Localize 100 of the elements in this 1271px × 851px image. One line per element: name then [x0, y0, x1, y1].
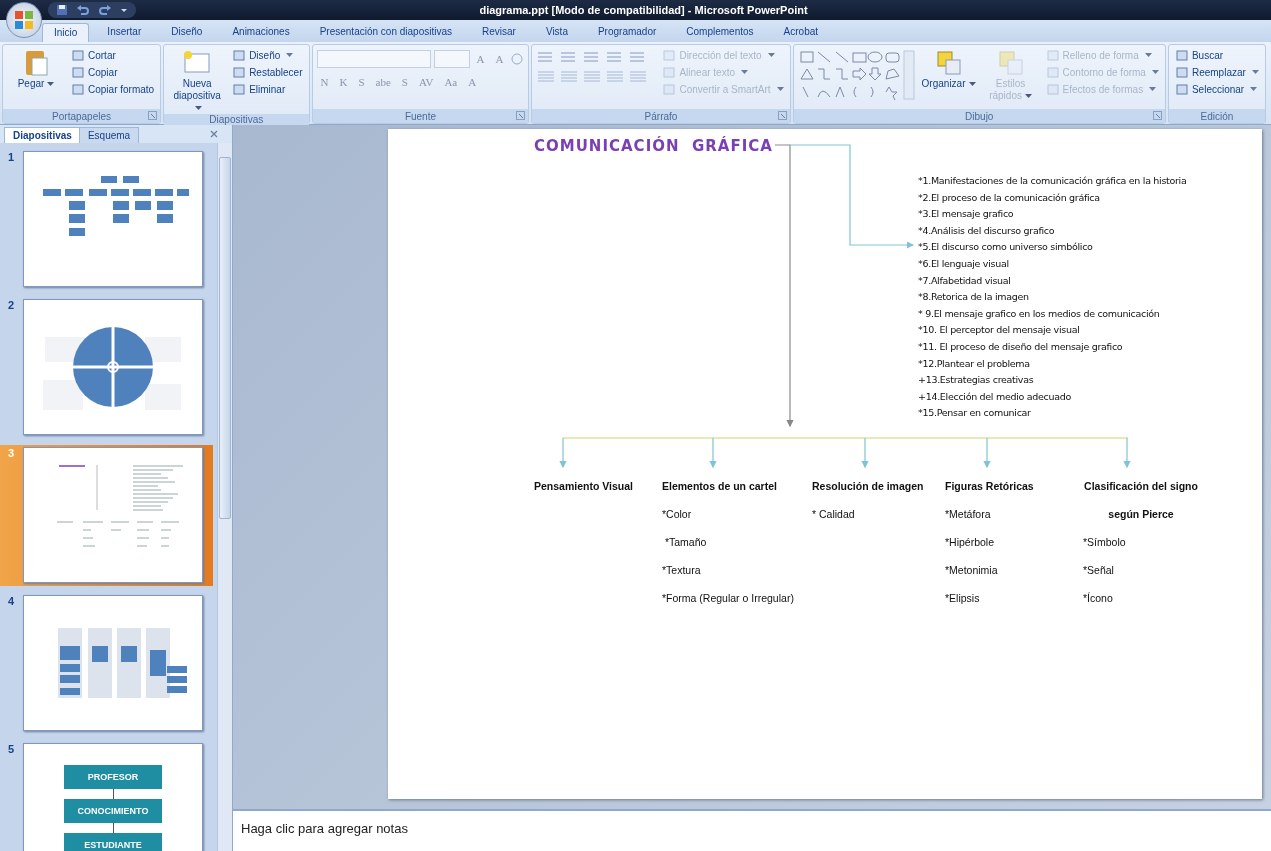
command-icon: [1045, 49, 1060, 62]
slide-thumbnail[interactable]: [23, 299, 203, 435]
slide-number: 5: [8, 743, 16, 757]
slide-thumbnail-row[interactable]: 5 PROFESOR CONOCIMIENTO ESTUDIANTE: [0, 741, 213, 851]
caret-icon: [47, 81, 55, 87]
dialog-launcher-icon[interactable]: [148, 111, 158, 120]
ribbon-command[interactable]: Restablecer: [230, 65, 305, 80]
command-icon: [71, 83, 85, 96]
command-icon: [662, 83, 677, 96]
topic-item: +14.Elección del medio adecuado: [918, 389, 1072, 404]
command-icon: [662, 49, 677, 62]
slide-number: 3: [8, 447, 16, 461]
topic-item: *4.Análisis del discurso grafico: [918, 223, 1056, 238]
slide-title: COMUNICACIÓN GRÁFICA: [534, 137, 773, 155]
slide-thumbnail-row[interactable]: 2: [0, 297, 213, 438]
caret-icon: [1251, 70, 1259, 75]
caret-icon: [1144, 53, 1152, 58]
close-icon[interactable]: [210, 130, 218, 138]
command-icon: [1174, 83, 1189, 96]
panel-tab[interactable]: Diapositivas: [4, 127, 81, 143]
ribbon-large-button[interactable]: Organizar: [919, 48, 978, 90]
column-item: *Símbolo: [1082, 536, 1126, 550]
ribbon-command[interactable]: Buscar: [1172, 48, 1261, 63]
column-item: *Metáfora: [945, 508, 992, 522]
slide-thumbnail-row[interactable]: 1: [0, 149, 213, 290]
command-icon: [1174, 66, 1189, 79]
flow-box: PROFESOR: [64, 765, 162, 789]
caret-icon: [741, 70, 748, 75]
font-name-field[interactable]: [316, 50, 431, 68]
ribbon-large-button[interactable]: Pegar: [7, 48, 65, 90]
ribbon-command[interactable]: Eliminar: [230, 82, 305, 97]
column-item: *Tamaño: [663, 536, 708, 550]
group-label: Edición: [1200, 110, 1234, 122]
column-heading: Resolución de imagen: [812, 480, 925, 494]
ribbon-tab[interactable]: Inicio: [42, 23, 90, 42]
scrollbar[interactable]: [217, 143, 232, 851]
ribbon-command[interactable]: Reemplazar: [1172, 65, 1261, 80]
clear-format-icon[interactable]: [510, 52, 525, 66]
ribbon-tab[interactable]: Insertar: [95, 22, 154, 42]
dialog-launcher-icon[interactable]: [1152, 111, 1162, 120]
align-icon[interactable]: [536, 70, 557, 84]
dialog-launcher-icon[interactable]: [777, 111, 787, 120]
ribbon-tab[interactable]: Programador: [585, 22, 669, 42]
slide-thumbnail[interactable]: [23, 595, 203, 731]
undo-icon[interactable]: [76, 4, 90, 16]
topic-item: +13.Estrategias creativas: [918, 373, 1035, 388]
ribbon-command[interactable]: Copiar formato: [69, 82, 157, 97]
ribbon-tab[interactable]: Presentación con diapositivas: [307, 22, 464, 42]
slide-number: 2: [8, 299, 16, 313]
customize-caret-icon[interactable]: [120, 6, 128, 14]
ribbon-tab[interactable]: Animaciones: [220, 22, 302, 42]
caret-icon: [776, 87, 784, 92]
font-size-field[interactable]: [433, 50, 470, 68]
slide-thumbnail[interactable]: [23, 447, 203, 583]
column-item: *Textura: [662, 564, 702, 578]
slide-thumbnail[interactable]: [23, 151, 203, 287]
ribbon-tab[interactable]: Complementos: [674, 22, 766, 42]
notes-field[interactable]: Haga clic para agregar notas: [233, 809, 1271, 851]
column-item: *Señal: [1082, 564, 1114, 578]
ribbon-tab[interactable]: Diseño: [159, 22, 215, 42]
command-icon: [232, 49, 247, 62]
redo-icon[interactable]: [98, 4, 112, 16]
caret-icon: [286, 53, 294, 58]
column-heading: según Pierce: [1108, 508, 1174, 522]
ribbon-command[interactable]: Copiar: [69, 65, 157, 80]
command-icon: [71, 66, 85, 79]
ribbon-tab[interactable]: Revisar: [470, 22, 528, 42]
slide-thumbnail-row[interactable]: 4: [0, 593, 213, 734]
caret-icon: [1151, 70, 1159, 75]
column-item: * Calidad: [812, 508, 856, 522]
command-icon: [1045, 66, 1060, 79]
align-icon[interactable]: [582, 70, 603, 84]
save-icon[interactable]: [56, 4, 68, 16]
dialog-launcher-icon[interactable]: [516, 111, 526, 120]
flow-box: ESTUDIANTE: [64, 833, 162, 851]
ribbon-tab[interactable]: Vista: [533, 22, 580, 42]
caret-icon: [968, 81, 976, 87]
panel-tab[interactable]: Esquema: [78, 127, 140, 143]
ribbon-command[interactable]: Seleccionar: [1172, 82, 1261, 97]
topic-item: *5.El discurso como universo simbólico: [918, 240, 1094, 255]
group-label: Párrafo: [644, 110, 678, 122]
shapes-gallery[interactable]: [797, 49, 916, 101]
ribbon-command[interactable]: Cortar: [69, 48, 157, 63]
align-icon[interactable]: [628, 70, 649, 84]
office-button[interactable]: [6, 2, 42, 38]
column-heading: Elementos de un cartel: [662, 480, 778, 494]
align-icon[interactable]: [559, 70, 580, 84]
align-icon[interactable]: [605, 70, 626, 84]
command-icon: [232, 83, 247, 96]
ribbon-tab[interactable]: Acrobat: [771, 22, 831, 42]
connector-arrow: [709, 437, 717, 469]
slide-thumbnail[interactable]: PROFESOR CONOCIMIENTO ESTUDIANTE: [23, 743, 203, 851]
flow-box: CONOCIMIENTO: [64, 799, 162, 823]
command-icon: [1045, 83, 1060, 96]
connector-arrow: [983, 437, 991, 469]
topic-item: *3.El mensaje grafico: [918, 207, 1015, 222]
column-item: *Color: [662, 508, 693, 522]
ribbon-large-button[interactable]: Nueva diapositiva: [168, 48, 227, 114]
ribbon-command[interactable]: Diseño: [230, 48, 305, 63]
caret-icon: [1149, 87, 1157, 92]
